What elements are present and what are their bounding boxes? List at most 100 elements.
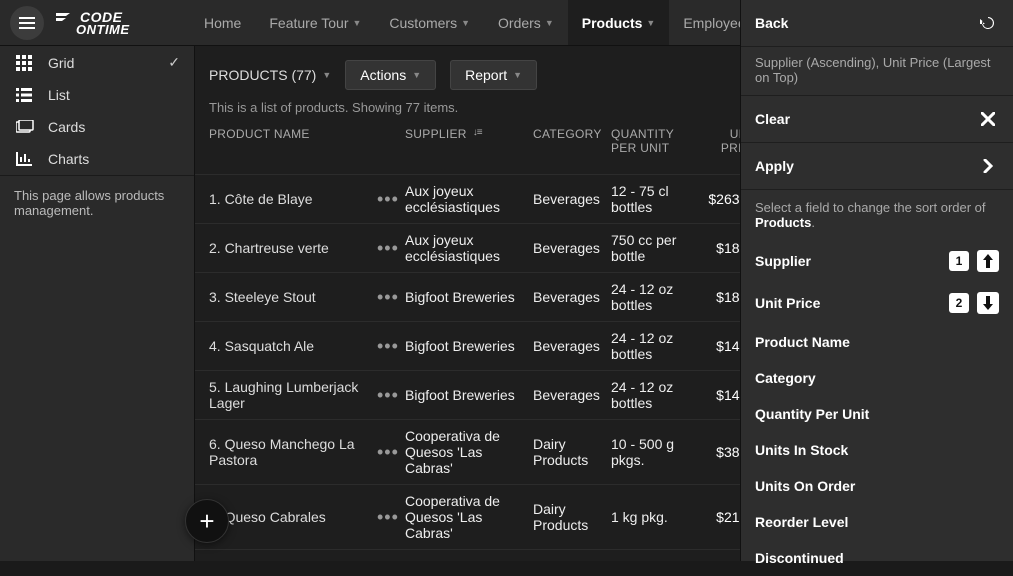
cell-product-name: 2. Chartreuse verte: [209, 240, 377, 256]
sort-field-label: Category: [755, 370, 816, 386]
sort-field-label: Supplier: [755, 253, 811, 269]
sort-field-reorder-level[interactable]: Reorder Level: [741, 504, 1013, 540]
cell-product-name: 6. Queso Manchego La Pastora: [209, 436, 377, 468]
wing-icon: [56, 11, 74, 23]
cell-supplier: Cooperativa de Quesos 'Las Cabras': [405, 428, 533, 476]
nav-home[interactable]: Home: [190, 0, 255, 45]
header-product-name[interactable]: PRODUCT NAME: [209, 127, 377, 166]
chevron-right-icon: [977, 155, 999, 177]
hamburger-icon: [19, 17, 35, 29]
sort-field-label: Quantity Per Unit: [755, 406, 869, 422]
header-category[interactable]: CATEGORY: [533, 127, 611, 166]
check-icon: ✓: [168, 54, 180, 71]
cell-supplier: Bigfoot Breweries: [405, 387, 533, 403]
sidebar-item-label: Charts: [48, 151, 89, 167]
nav-customers[interactable]: Customers▼: [375, 0, 484, 45]
cell-supplier: Aux joyeux ecclésiastiques: [405, 232, 533, 264]
row-actions-button[interactable]: •••: [377, 238, 405, 259]
cell-product-name: 4. Sasquatch Ale: [209, 338, 377, 354]
sort-field-supplier[interactable]: Supplier 1: [741, 240, 1013, 282]
header-quantity[interactable]: QUANTITY PER UNIT: [611, 127, 699, 166]
products-title-dropdown[interactable]: PRODUCTS (77) ▼: [209, 67, 331, 83]
sort-field-unit-price[interactable]: Unit Price 2: [741, 282, 1013, 324]
cell-category: Beverages: [533, 191, 611, 207]
caret-down-icon: ▼: [461, 18, 470, 28]
caret-down-icon: ▼: [352, 18, 361, 28]
sort-order-badge: 1: [949, 251, 969, 271]
sort-order-badge: 2: [949, 293, 969, 313]
sort-field-label: Product Name: [755, 334, 850, 350]
sort-direction-asc-icon: [977, 250, 999, 272]
panel-apply-button[interactable]: Apply: [741, 143, 1013, 190]
sidebar-item-cards[interactable]: Cards: [0, 111, 194, 143]
cards-icon: [16, 120, 34, 134]
sidebar-item-list[interactable]: List: [0, 79, 194, 111]
row-actions-button[interactable]: •••: [377, 385, 405, 406]
nav-products[interactable]: Products▼: [568, 0, 670, 45]
sort-field-label: Discontinued: [755, 550, 844, 566]
cell-product-name: 1. Côte de Blaye: [209, 191, 377, 207]
cell-quantity: 24 - 12 oz bottles: [611, 379, 699, 411]
sort-asc-icon: ↓≡: [473, 127, 482, 138]
row-actions-button[interactable]: •••: [377, 442, 405, 463]
panel-back-button[interactable]: Back: [741, 0, 1013, 47]
actions-button[interactable]: Actions ▼: [345, 60, 436, 90]
nav-feature-tour[interactable]: Feature Tour▼: [255, 0, 375, 45]
row-actions-button[interactable]: •••: [377, 507, 405, 528]
cell-category: Beverages: [533, 240, 611, 256]
cell-product-name: 7. Queso Cabrales: [209, 509, 377, 525]
brand-logo: CODE ONTIME: [52, 9, 182, 37]
more-icon: •••: [377, 336, 399, 356]
undo-icon: [977, 12, 999, 34]
cell-category: Dairy Products: [533, 501, 611, 533]
sort-field-category[interactable]: Category: [741, 360, 1013, 396]
sidebar-item-label: Grid: [48, 55, 74, 71]
sort-field-label: Units In Stock: [755, 442, 848, 458]
cell-category: Beverages: [533, 289, 611, 305]
sidebar-item-label: Cards: [48, 119, 85, 135]
cell-product-name: 3. Steeleye Stout: [209, 289, 377, 305]
cell-quantity: 750 cc per bottle: [611, 232, 699, 264]
sort-panel: Back Supplier (Ascending), Unit Price (L…: [740, 0, 1013, 561]
header-supplier[interactable]: SUPPLIER ↓≡: [405, 127, 533, 166]
grid-icon: [16, 55, 34, 71]
sidebar-description: This page allows products management.: [0, 175, 194, 230]
panel-clear-button[interactable]: Clear: [741, 96, 1013, 143]
caret-down-icon: ▼: [322, 70, 331, 80]
add-fab-button[interactable]: +: [185, 499, 229, 543]
sort-field-quantity-per-unit[interactable]: Quantity Per Unit: [741, 396, 1013, 432]
more-icon: •••: [377, 442, 399, 462]
cell-supplier: Cooperativa de Quesos 'Las Cabras': [405, 493, 533, 541]
report-button[interactable]: Report ▼: [450, 60, 537, 90]
sidebar-item-grid[interactable]: Grid ✓: [0, 46, 194, 79]
sort-field-label: Reorder Level: [755, 514, 848, 530]
sidebar-item-charts[interactable]: Charts: [0, 143, 194, 175]
hamburger-menu-button[interactable]: [10, 6, 44, 40]
cell-quantity: 10 - 500 g pkgs.: [611, 436, 699, 468]
cell-supplier: Bigfoot Breweries: [405, 289, 533, 305]
row-actions-button[interactable]: •••: [377, 336, 405, 357]
sort-field-label: Units On Order: [755, 478, 855, 494]
sort-field-product-name[interactable]: Product Name: [741, 324, 1013, 360]
row-actions-button[interactable]: •••: [377, 189, 405, 210]
nav-orders[interactable]: Orders▼: [484, 0, 568, 45]
row-actions-button[interactable]: •••: [377, 287, 405, 308]
cell-product-name: 5. Laughing Lumberjack Lager: [209, 379, 377, 411]
more-icon: •••: [377, 238, 399, 258]
cell-category: Beverages: [533, 387, 611, 403]
cell-quantity: 12 - 75 cl bottles: [611, 183, 699, 215]
sidebar-item-label: List: [48, 87, 70, 103]
sort-field-units-on-order[interactable]: Units On Order: [741, 468, 1013, 504]
sort-direction-desc-icon: [977, 292, 999, 314]
more-icon: •••: [377, 385, 399, 405]
sort-field-label: Unit Price: [755, 295, 820, 311]
cell-quantity: 24 - 12 oz bottles: [611, 281, 699, 313]
caret-down-icon: ▼: [513, 70, 522, 80]
sort-field-discontinued[interactable]: Discontinued: [741, 540, 1013, 576]
caret-down-icon: ▼: [545, 18, 554, 28]
cell-supplier: Aux joyeux ecclésiastiques: [405, 183, 533, 215]
more-icon: •••: [377, 507, 399, 527]
sort-field-units-in-stock[interactable]: Units In Stock: [741, 432, 1013, 468]
more-icon: •••: [377, 287, 399, 307]
cell-category: Beverages: [533, 338, 611, 354]
